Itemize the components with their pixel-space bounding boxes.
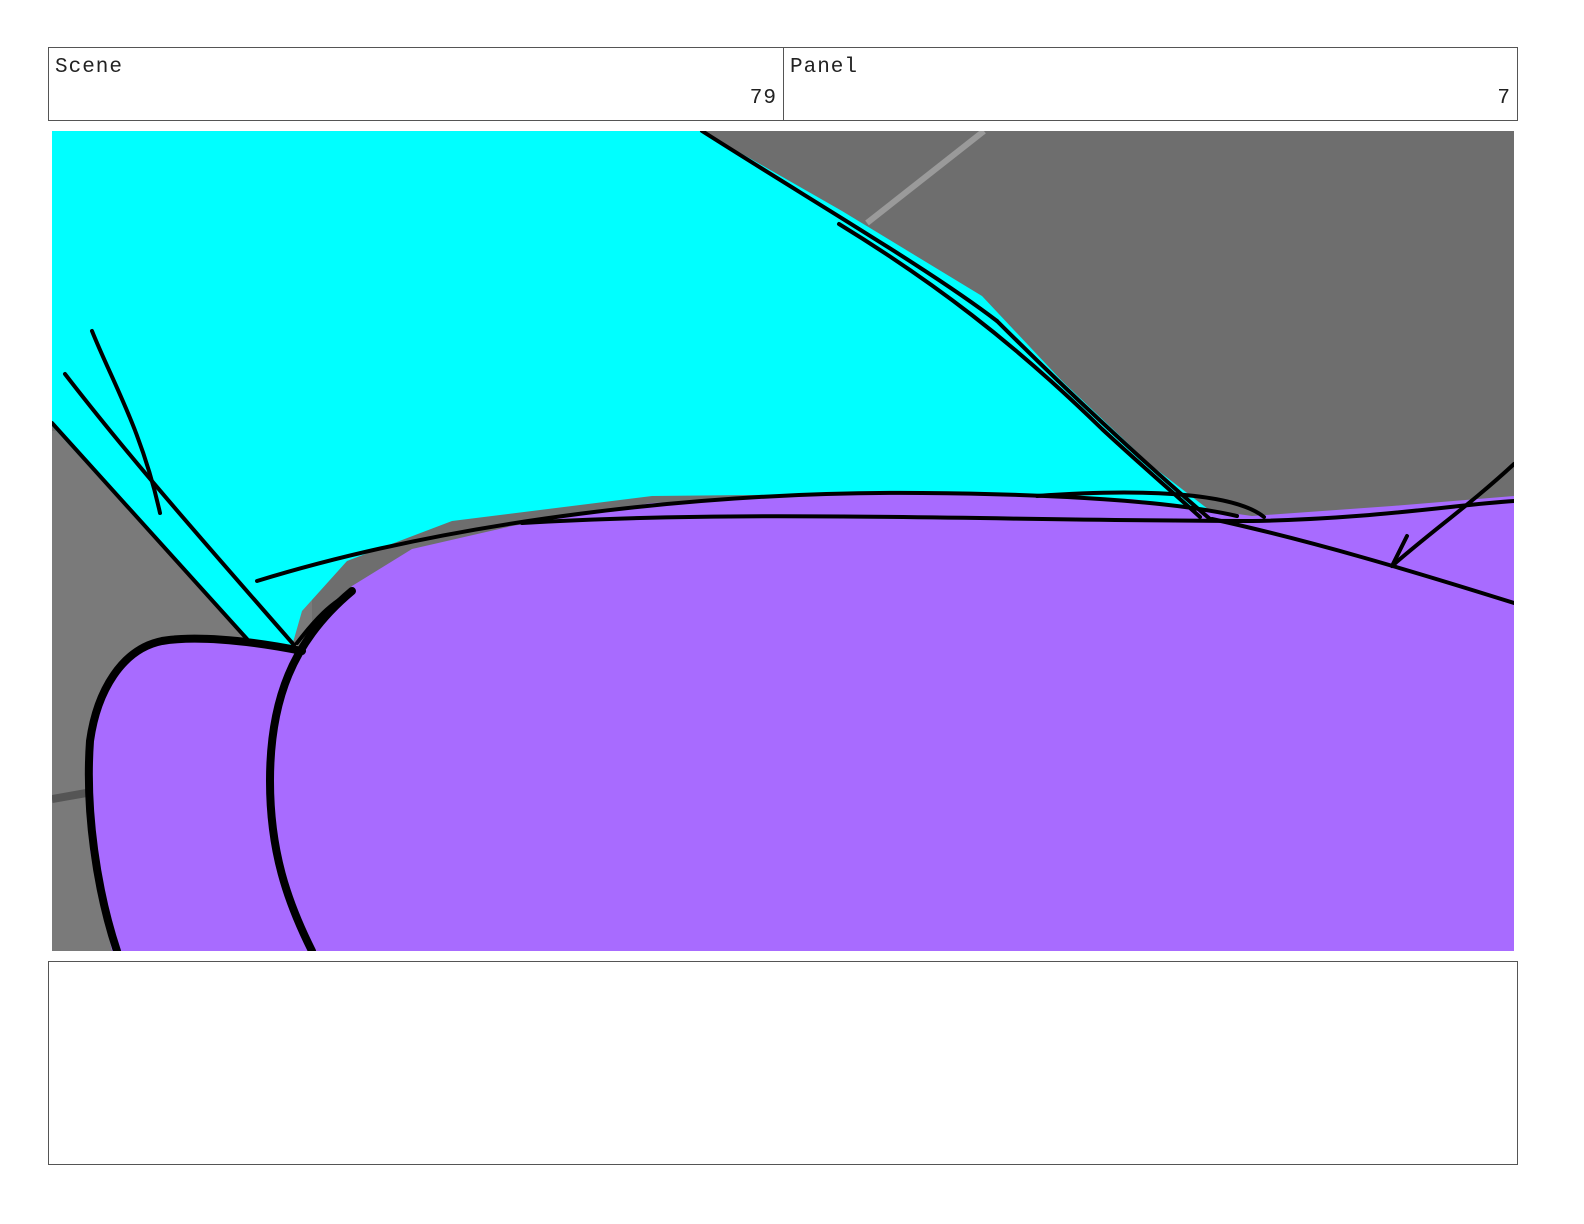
panel-cell: Panel 7 bbox=[784, 48, 1517, 120]
panel-header: Scene 79 Panel 7 bbox=[48, 47, 1518, 121]
panel-label: Panel bbox=[790, 56, 859, 79]
storyboard-frame bbox=[52, 131, 1514, 951]
frame-drawing bbox=[52, 131, 1514, 951]
notes-box[interactable] bbox=[48, 961, 1518, 1165]
scene-number: 79 bbox=[749, 87, 777, 110]
panel-number: 7 bbox=[1497, 87, 1511, 110]
scene-cell: Scene 79 bbox=[49, 48, 784, 120]
scene-label: Scene bbox=[55, 56, 124, 79]
